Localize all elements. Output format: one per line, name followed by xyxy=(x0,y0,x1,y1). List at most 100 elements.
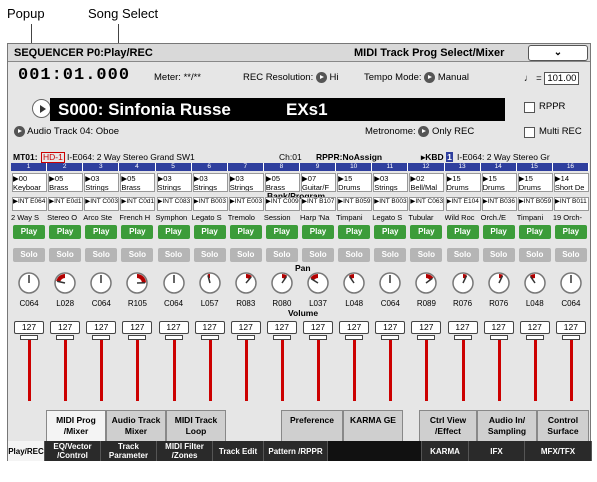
pan-knob[interactable] xyxy=(378,271,402,295)
volume-slider-handle[interactable] xyxy=(236,335,255,340)
tempo[interactable]: ♩ = 101.00 xyxy=(524,72,580,85)
tab-karma-ge[interactable]: KARMA GE xyxy=(343,410,403,442)
bank-program-select[interactable]: ▶INT C009 xyxy=(264,197,300,211)
solo-button[interactable]: Solo xyxy=(265,248,298,262)
category-select[interactable]: ▶05 Brass xyxy=(48,173,84,192)
category-select[interactable]: ▶15 Drums xyxy=(445,173,481,192)
play-button[interactable]: Play xyxy=(446,225,479,239)
volume-value[interactable]: 127 xyxy=(50,321,81,334)
volume-slider-handle[interactable] xyxy=(417,335,436,340)
multi-rec-checkbox[interactable] xyxy=(524,127,535,138)
tab-ctrl-view-effect[interactable]: Ctrl View /Effect xyxy=(419,410,477,442)
volume-value[interactable]: 127 xyxy=(158,321,189,334)
tab-play-rec[interactable]: Play/REC xyxy=(8,441,45,461)
volume-value[interactable]: 127 xyxy=(303,321,333,334)
play-button[interactable]: Play xyxy=(265,225,298,239)
tab-ifx[interactable]: IFX xyxy=(469,441,525,461)
tab-preference[interactable]: Preference xyxy=(281,410,343,442)
volume-value[interactable]: 127 xyxy=(519,321,550,334)
tab-audio-track-mixer[interactable]: Audio Track Mixer xyxy=(106,410,166,442)
volume-value[interactable]: 127 xyxy=(266,321,297,334)
pan-knob[interactable] xyxy=(234,271,258,295)
bank-program-select[interactable]: ▶INT B003 xyxy=(373,197,409,211)
volume-slider-handle[interactable] xyxy=(200,335,219,340)
category-select[interactable]: ▶03 Strings xyxy=(228,173,264,192)
pan-knob[interactable] xyxy=(414,271,438,295)
solo-button[interactable]: Solo xyxy=(482,248,515,262)
tab-mfx-tfx[interactable]: MFX/TFX xyxy=(525,441,592,461)
volume-value[interactable]: 127 xyxy=(86,321,117,334)
solo-button[interactable]: Solo xyxy=(302,248,334,262)
pan-knob[interactable] xyxy=(125,271,149,295)
volume-slider-handle[interactable] xyxy=(525,335,544,340)
volume-value[interactable]: 127 xyxy=(411,321,442,334)
metronome[interactable]: Metronome: Only REC xyxy=(365,126,474,137)
pan-knob[interactable] xyxy=(17,271,41,295)
play-button[interactable]: Play xyxy=(49,225,82,239)
bank-program-select[interactable]: ▶INT E104 xyxy=(445,197,481,211)
bank-program-select[interactable]: ▶INT B059 xyxy=(337,197,373,211)
volume-value[interactable]: 127 xyxy=(339,321,370,334)
tab-karma[interactable]: KARMA xyxy=(422,441,469,461)
volume-value[interactable]: 127 xyxy=(14,321,44,334)
meter[interactable]: Meter: **/** xyxy=(154,72,201,83)
song-select-popup-button[interactable] xyxy=(32,99,51,118)
bank-program-select[interactable]: ▶INT C0d1 xyxy=(120,197,156,211)
bank-program-select[interactable]: ▶INT E064 xyxy=(12,197,47,211)
category-select[interactable]: ▶00 Keyboar xyxy=(12,173,47,192)
category-select[interactable]: ▶02 Bell/Mal xyxy=(409,173,445,192)
pan-knob[interactable] xyxy=(487,271,511,295)
locator-display[interactable]: 001:01.000 xyxy=(18,66,130,85)
audio-track-select[interactable]: Audio Track 04: Oboe xyxy=(14,126,119,137)
volume-value[interactable]: 127 xyxy=(122,321,153,334)
tempo-mode[interactable]: Tempo Mode: Manual xyxy=(364,72,469,83)
bank-program-select[interactable]: ▶INT B003 xyxy=(192,197,228,211)
play-button[interactable]: Play xyxy=(410,225,443,239)
page-menu-button[interactable]: ⌄ xyxy=(528,45,588,61)
tab-track-parameter[interactable]: Track Parameter xyxy=(101,441,157,461)
category-select[interactable]: ▶15 Drums xyxy=(517,173,553,192)
bank-program-select[interactable]: ▶INT C063 xyxy=(409,197,445,211)
play-button[interactable]: Play xyxy=(121,225,154,239)
play-button[interactable]: Play xyxy=(193,225,226,239)
solo-button[interactable]: Solo xyxy=(554,248,587,262)
play-button[interactable]: Play xyxy=(374,225,407,239)
tab-midi-prog-mixer[interactable]: MIDI Prog /Mixer xyxy=(46,410,106,442)
category-select[interactable]: ▶05 Brass xyxy=(264,173,300,192)
solo-button[interactable]: Solo xyxy=(193,248,226,262)
play-button[interactable]: Play xyxy=(518,225,551,239)
bank-program-select[interactable]: ▶INT C003 xyxy=(84,197,120,211)
solo-button[interactable]: Solo xyxy=(13,248,45,262)
category-select[interactable]: ▶03 Strings xyxy=(192,173,228,192)
volume-slider-handle[interactable] xyxy=(56,335,75,340)
tab-pattern-rppr[interactable]: Pattern /RPPR xyxy=(264,441,328,461)
bank-program-select[interactable]: ▶INT B107 xyxy=(301,197,336,211)
tab-eq-vector-control[interactable]: EQ/Vector /Control xyxy=(45,441,101,461)
volume-value[interactable]: 127 xyxy=(483,321,514,334)
volume-slider-handle[interactable] xyxy=(453,335,472,340)
category-select[interactable]: ▶15 Drums xyxy=(337,173,373,192)
solo-button[interactable]: Solo xyxy=(446,248,479,262)
volume-value[interactable]: 127 xyxy=(447,321,478,334)
play-button[interactable]: Play xyxy=(302,225,334,239)
category-select[interactable]: ▶15 Drums xyxy=(481,173,517,192)
bank-program-select[interactable]: ▶INT B036 xyxy=(481,197,517,211)
bank-program-select[interactable]: ▶INT E0d1 xyxy=(48,197,84,211)
volume-slider-handle[interactable] xyxy=(489,335,508,340)
pan-knob[interactable] xyxy=(523,271,547,295)
tab-midi-track-loop[interactable]: MIDI Track Loop xyxy=(166,410,226,442)
solo-button[interactable]: Solo xyxy=(374,248,407,262)
play-button[interactable]: Play xyxy=(157,225,190,239)
category-select[interactable]: ▶07 Guitar/F xyxy=(301,173,336,192)
tab-audio-in-sampling[interactable]: Audio In/ Sampling xyxy=(477,410,537,442)
volume-value[interactable]: 127 xyxy=(375,321,406,334)
category-select[interactable]: ▶03 Strings xyxy=(373,173,409,192)
tab-control-surface[interactable]: Control Surface xyxy=(537,410,589,442)
solo-button[interactable]: Solo xyxy=(121,248,154,262)
solo-button[interactable]: Solo xyxy=(410,248,443,262)
rppr-checkbox[interactable] xyxy=(524,102,535,113)
volume-value[interactable]: 127 xyxy=(555,321,586,334)
tab-midi-filter-zones[interactable]: MIDI Filter /Zones xyxy=(157,441,213,461)
pan-knob[interactable] xyxy=(342,271,366,295)
category-select[interactable]: ▶05 Brass xyxy=(120,173,156,192)
